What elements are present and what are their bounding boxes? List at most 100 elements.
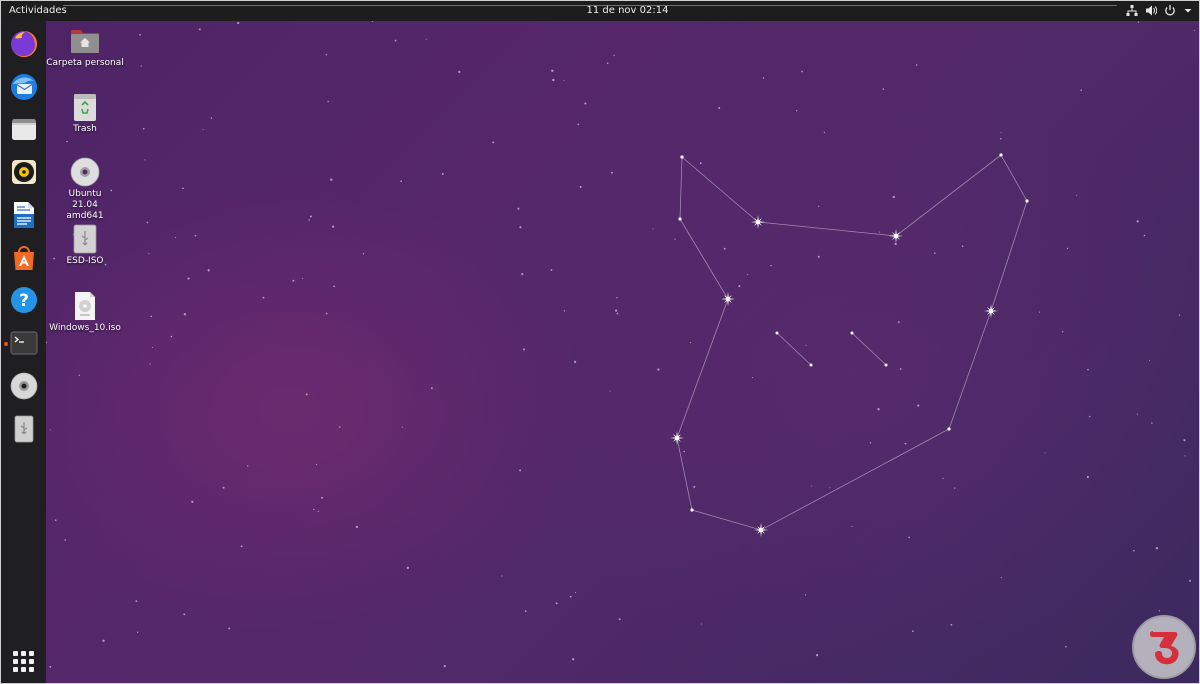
wallpaper-star: [689, 341, 692, 344]
wallpaper-star: [829, 487, 831, 489]
wallpaper-star: [577, 123, 580, 126]
wallpaper-star: [908, 536, 911, 539]
wallpaper-star: [718, 107, 721, 109]
wallpaper-star: [610, 171, 613, 174]
wallpaper-star: [64, 539, 66, 541]
wallpaper-star: [1133, 549, 1135, 552]
wallpaper-star: [563, 79, 565, 82]
wallpaper-star: [222, 486, 225, 489]
wallpaper-star: [501, 575, 503, 577]
wallpaper-star: [315, 463, 317, 466]
wallpaper-star: [54, 519, 57, 522]
wallpaper-star: [613, 54, 615, 56]
thunderbird-icon[interactable]: [7, 70, 40, 103]
wallpaper-star: [954, 487, 956, 489]
trash-icon: [70, 92, 100, 122]
wallpaper-star: [170, 335, 173, 338]
wallpaper-star: [882, 88, 885, 90]
wallpaper-star: [851, 525, 853, 527]
wallpaper-star: [751, 377, 753, 379]
wallpaper-star: [146, 221, 149, 224]
volume-icon[interactable]: [1145, 4, 1158, 17]
wallpaper-star: [1155, 546, 1159, 550]
wallpaper-star: [942, 477, 944, 480]
wallpaper-star: [1158, 610, 1161, 612]
wallpaper-star: [701, 623, 703, 625]
wallpaper-star: [811, 485, 813, 487]
wallpaper-star: [371, 21, 374, 22]
desktop-item-esd-iso[interactable]: ESD-ISO: [46, 224, 124, 267]
rhythmbox-icon[interactable]: [7, 155, 40, 188]
help-icon[interactable]: ?: [7, 283, 40, 316]
wallpaper-star: [150, 315, 152, 318]
wallpaper-star: [815, 653, 819, 657]
power-icon[interactable]: [1164, 4, 1176, 17]
wallpaper-star: [308, 219, 310, 221]
wallpaper-star: [723, 247, 726, 250]
network-icon[interactable]: [1126, 4, 1138, 17]
wallpaper-star: [801, 70, 803, 73]
wallpaper-star: [1044, 452, 1046, 454]
desktop-item-trash[interactable]: Trash: [46, 92, 124, 135]
desktop-item-home-folder[interactable]: Carpeta personal: [46, 26, 124, 69]
wallpaper-star: [961, 245, 964, 247]
wallpaper-star: [1188, 579, 1192, 582]
apps-grid-icon[interactable]: [13, 651, 34, 672]
wallpaper-star: [237, 21, 240, 25]
wallpaper-star: [78, 374, 80, 376]
wallpaper-star: [897, 321, 900, 323]
top-bar: Actividades 11 de nov 02:14: [1, 1, 1199, 21]
wallpaper-star: [1076, 194, 1078, 197]
wallpaper-star: [333, 285, 336, 288]
usb-drive-icon: [70, 224, 100, 254]
dvd-disc-icon[interactable]: [7, 369, 40, 402]
wallpaper-star: [1000, 131, 1002, 133]
terminal-icon[interactable]: [7, 326, 40, 359]
wallpaper-star: [1184, 455, 1186, 457]
wallpaper-star: [175, 237, 177, 239]
wallpaper-star: [674, 238, 676, 240]
wallpaper-star: [817, 255, 820, 258]
system-tray[interactable]: [1126, 4, 1195, 17]
wallpaper-star: [869, 442, 872, 444]
wallpaper-star: [148, 253, 150, 255]
clock[interactable]: 11 de nov 02:14: [1, 5, 1199, 16]
wallpaper-star: [431, 387, 433, 390]
wallpaper-star: [877, 408, 880, 411]
dock: ?: [1, 21, 46, 683]
wallpaper-star: [1151, 422, 1153, 424]
software-center-icon[interactable]: [7, 241, 40, 274]
chevron-down-icon[interactable]: [1183, 4, 1195, 17]
wallpaper-star: [618, 618, 621, 621]
wallpaper-star: [182, 187, 184, 190]
wallpaper-star: [552, 78, 555, 82]
wallpaper-star: [66, 140, 68, 143]
wallpaper-star: [331, 225, 335, 228]
wallpaper-star: [362, 253, 365, 255]
desktop-item-ubuntu-disc[interactable]: Ubuntu 21.04 amd641: [46, 157, 124, 222]
wallpaper-star: [555, 602, 558, 605]
wallpaper-star: [517, 207, 520, 210]
wallpaper-bright-star: [754, 523, 768, 537]
wallpaper-star: [950, 623, 953, 626]
home-folder-icon: [70, 26, 100, 56]
wallpaper-star: [563, 310, 565, 312]
wallpaper-star: [327, 100, 329, 103]
wallpaper-star: [49, 665, 52, 668]
wallpaper-star: [198, 28, 201, 31]
wallpaper-star: [325, 312, 328, 315]
files-icon[interactable]: [7, 112, 40, 145]
wallpaper-star: [573, 360, 577, 364]
desktop-item-label: Ubuntu 21.04 amd641: [66, 189, 104, 221]
wallpaper-star: [140, 65, 142, 67]
wallpaper-star: [394, 39, 397, 42]
wallpaper-star: [579, 185, 582, 188]
wallpaper-star: [804, 594, 807, 596]
firefox-icon[interactable]: [7, 27, 40, 60]
wallpaper-star: [609, 390, 611, 392]
libreoffice-writer-icon[interactable]: [7, 198, 40, 231]
desktop-item-windows-iso[interactable]: Windows_10.iso: [46, 291, 124, 334]
wallpaper-star: [796, 110, 798, 112]
usb-drive-icon[interactable]: [7, 412, 40, 445]
wallpaper-star: [325, 53, 328, 56]
